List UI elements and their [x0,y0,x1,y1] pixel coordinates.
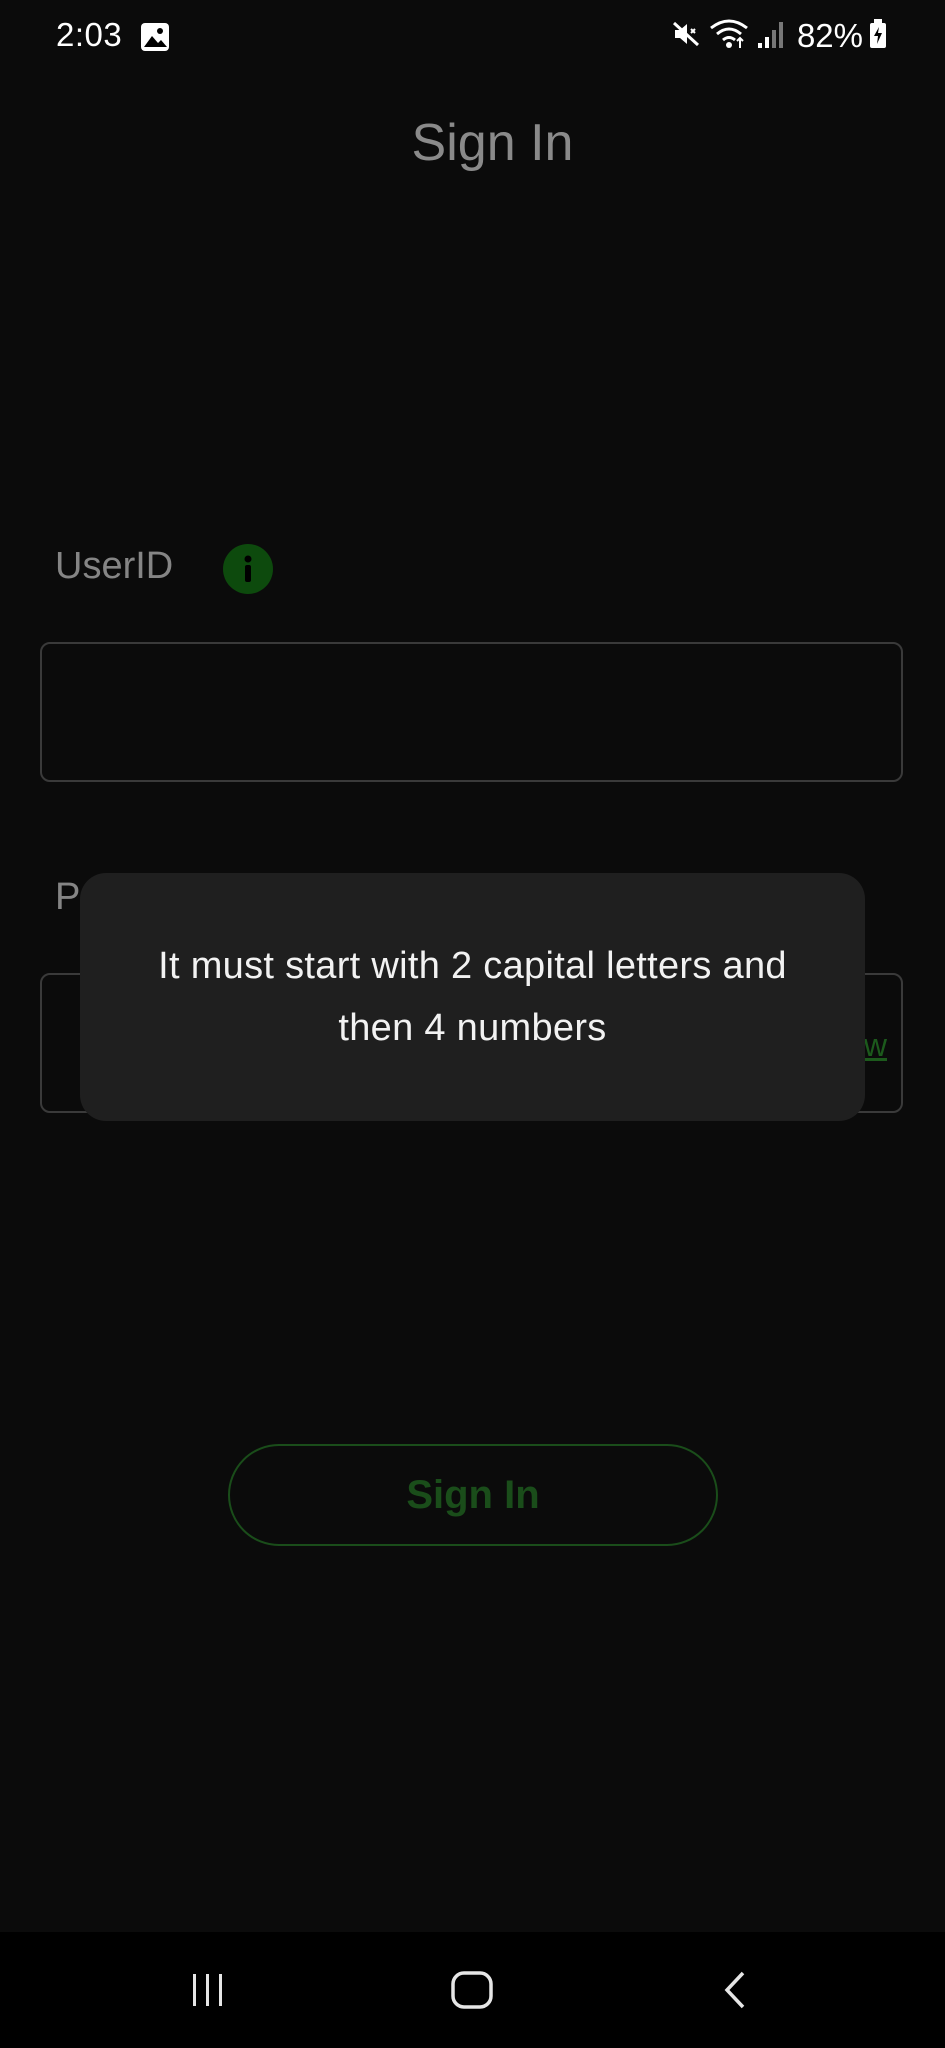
toast-text: It must start with 2 capital letters and… [158,945,787,1049]
back-icon[interactable] [706,1960,766,2020]
navigation-bar [0,1932,945,2048]
signal-icon [757,19,785,54]
mute-icon [671,19,701,54]
status-bar: 2:03 82% [0,0,945,72]
battery-charging-icon [869,18,887,54]
show-password-toggle[interactable]: w [864,1027,887,1064]
status-icons: 82% [671,16,895,56]
userid-input[interactable] [40,642,903,782]
gallery-icon [140,22,170,52]
sign-in-button[interactable]: Sign In [228,1444,718,1546]
home-icon[interactable] [442,1960,502,2020]
recents-icon[interactable] [178,1960,238,2020]
status-time: 2:03 [56,16,123,53]
userid-label: UserID [55,545,174,587]
page-title: Sign In [411,114,574,172]
info-icon[interactable] [223,544,273,594]
toast-message: It must start with 2 capital letters and… [80,873,865,1121]
password-label: P [55,876,81,918]
wifi-icon [709,18,749,55]
battery-percentage: 82% [796,17,863,54]
